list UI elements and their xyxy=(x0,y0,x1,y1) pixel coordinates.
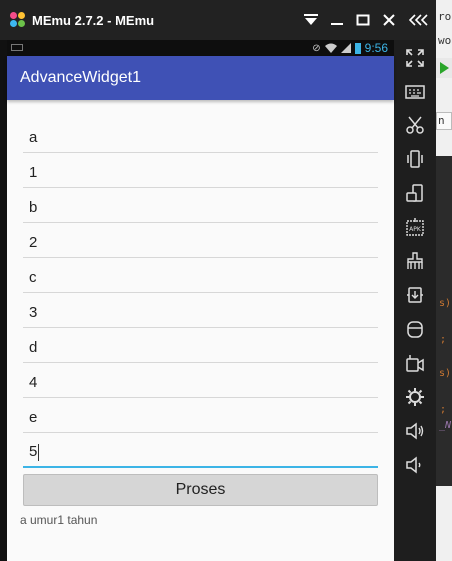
emulator-toolbar: APK xyxy=(394,40,436,561)
status-icons: ⊘ 9:56 xyxy=(312,40,388,56)
android-screen: ⊘ 9:56 AdvanceWidget1 Proses a umur1 tah… xyxy=(7,40,394,561)
sweep-icon[interactable] xyxy=(400,246,430,276)
text-field-5[interactable] xyxy=(23,258,378,293)
form-content: Proses a umur1 tahun xyxy=(7,100,394,527)
code-fragment: s) xyxy=(439,368,452,379)
collapse-icon[interactable] xyxy=(402,0,436,40)
app-action-bar: AdvanceWidget1 xyxy=(7,56,394,100)
keyboard-icon[interactable] xyxy=(400,77,430,107)
status-clock: 9:56 xyxy=(364,41,388,55)
text-input[interactable] xyxy=(23,265,378,289)
ide-text-line: ro xyxy=(438,10,452,23)
text-input[interactable] xyxy=(23,439,378,463)
text-field-6[interactable] xyxy=(23,293,378,328)
text-field-4[interactable] xyxy=(23,223,378,258)
background-ide-window: ro wo n s) ; s) ; _N xyxy=(436,0,452,561)
keyboard-status-icon xyxy=(11,44,23,51)
app-title: AdvanceWidget1 xyxy=(20,69,141,86)
maximize-icon[interactable] xyxy=(350,0,376,40)
result-text: a umur1 tahun xyxy=(20,513,98,527)
fullscreen-icon[interactable] xyxy=(400,43,430,73)
text-input[interactable] xyxy=(23,125,378,149)
text-field-8[interactable] xyxy=(23,363,378,398)
code-fragment: ; xyxy=(440,334,447,345)
ide-text-line: wo xyxy=(438,34,452,47)
memu-logo-icon xyxy=(10,12,26,28)
text-field-3[interactable] xyxy=(23,188,378,223)
storage-icon[interactable] xyxy=(400,314,430,344)
run-icon[interactable] xyxy=(440,62,449,74)
text-field-9[interactable] xyxy=(23,398,378,433)
battery-icon xyxy=(354,42,361,54)
ide-tab-label: n xyxy=(438,114,445,127)
text-field-7[interactable] xyxy=(23,328,378,363)
code-fragment: _N xyxy=(439,420,452,431)
ide-code-editor xyxy=(436,156,452,486)
transfer-icon[interactable] xyxy=(400,280,430,310)
text-input[interactable] xyxy=(23,300,378,324)
text-input[interactable] xyxy=(23,195,378,219)
emulator-titlebar: MEmu 2.7.2 - MEmu xyxy=(0,0,436,40)
text-input[interactable] xyxy=(23,160,378,184)
volume-up-icon[interactable] xyxy=(400,416,430,446)
text-field-10[interactable] xyxy=(23,433,378,468)
rotate-icon[interactable] xyxy=(400,178,430,208)
screen: { "window": { "title": "MEmu 2.7.2 - MEm… xyxy=(0,0,452,561)
screen-record-icon[interactable] xyxy=(400,348,430,378)
mute-icon: ⊘ xyxy=(312,42,321,54)
text-input[interactable] xyxy=(23,370,378,394)
signal-icon xyxy=(340,43,351,53)
filter-icon[interactable] xyxy=(298,0,324,40)
apk-icon[interactable]: APK xyxy=(400,212,430,242)
ide-tab[interactable]: n xyxy=(436,112,452,130)
text-cursor xyxy=(38,444,39,461)
settings-icon[interactable] xyxy=(400,382,430,412)
minimize-icon[interactable] xyxy=(324,0,350,40)
close-icon[interactable] xyxy=(376,0,402,40)
shake-icon[interactable] xyxy=(400,144,430,174)
text-field-2[interactable] xyxy=(23,153,378,188)
volume-down-icon[interactable] xyxy=(400,450,430,480)
scissors-icon[interactable] xyxy=(400,110,430,140)
text-input[interactable] xyxy=(23,230,378,254)
code-fragment: s) xyxy=(439,298,452,309)
svg-text:APK: APK xyxy=(409,226,422,233)
window-title: MEmu 2.7.2 - MEmu xyxy=(32,12,155,28)
wifi-icon xyxy=(324,43,337,53)
proses-button[interactable]: Proses xyxy=(23,474,378,506)
ide-bottom-panel xyxy=(436,500,452,561)
text-input[interactable] xyxy=(23,335,378,359)
status-bar: ⊘ 9:56 xyxy=(7,40,394,56)
text-input[interactable] xyxy=(23,405,378,429)
text-field-1[interactable] xyxy=(23,118,378,153)
code-fragment: ; xyxy=(440,404,447,415)
